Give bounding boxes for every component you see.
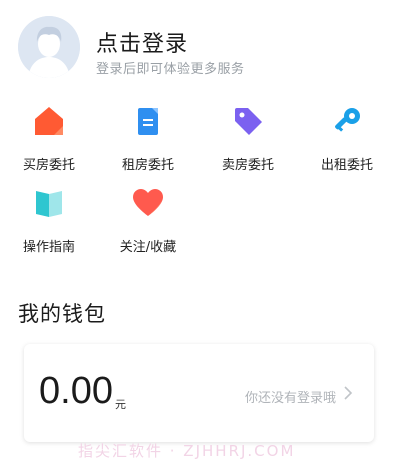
wallet-card[interactable]: 0.00 元 你还没有登录哦 (24, 344, 374, 442)
login-hint[interactable]: 你还没有登录哦 (245, 387, 336, 406)
price-tag-icon (235, 108, 262, 135)
service-label: 出租委托 (320, 158, 373, 173)
default-avatar-icon (18, 16, 80, 78)
service-label: 租房委托 (121, 158, 174, 173)
wallet-balance: 0.00 (39, 370, 113, 412)
service-rent-entrust[interactable]: 租房委托 (103, 104, 193, 173)
wallet-title: 我的钱包 (18, 302, 106, 326)
book-icon (36, 191, 62, 217)
service-label: 关注/收藏 (119, 240, 177, 255)
avatar[interactable] (18, 16, 80, 78)
service-favorites[interactable]: 关注/收藏 (103, 186, 193, 255)
service-label: 买房委托 (22, 158, 75, 173)
login-subtitle: 登录后即可体验更多服务 (96, 62, 245, 77)
login-title[interactable]: 点击登录 (96, 26, 188, 58)
key-icon (335, 108, 360, 132)
profile-header[interactable]: 点击登录 登录后即可体验更多服务 (18, 16, 388, 82)
heart-icon (133, 189, 163, 216)
document-icon (138, 108, 158, 135)
service-label: 操作指南 (22, 240, 75, 255)
chevron-right-icon[interactable] (340, 384, 356, 402)
service-sell-entrust[interactable]: 卖房委托 (203, 104, 293, 173)
service-label: 卖房委托 (221, 158, 274, 173)
service-lease-entrust[interactable]: 出租委托 (302, 104, 392, 173)
service-guide[interactable]: 操作指南 (4, 186, 94, 255)
service-buy-entrust[interactable]: 买房委托 (4, 104, 94, 173)
house-icon (35, 107, 63, 135)
watermark: 指尖汇软件 · ZJHHRJ.COM (78, 442, 296, 460)
currency-unit: 元 (115, 398, 126, 411)
